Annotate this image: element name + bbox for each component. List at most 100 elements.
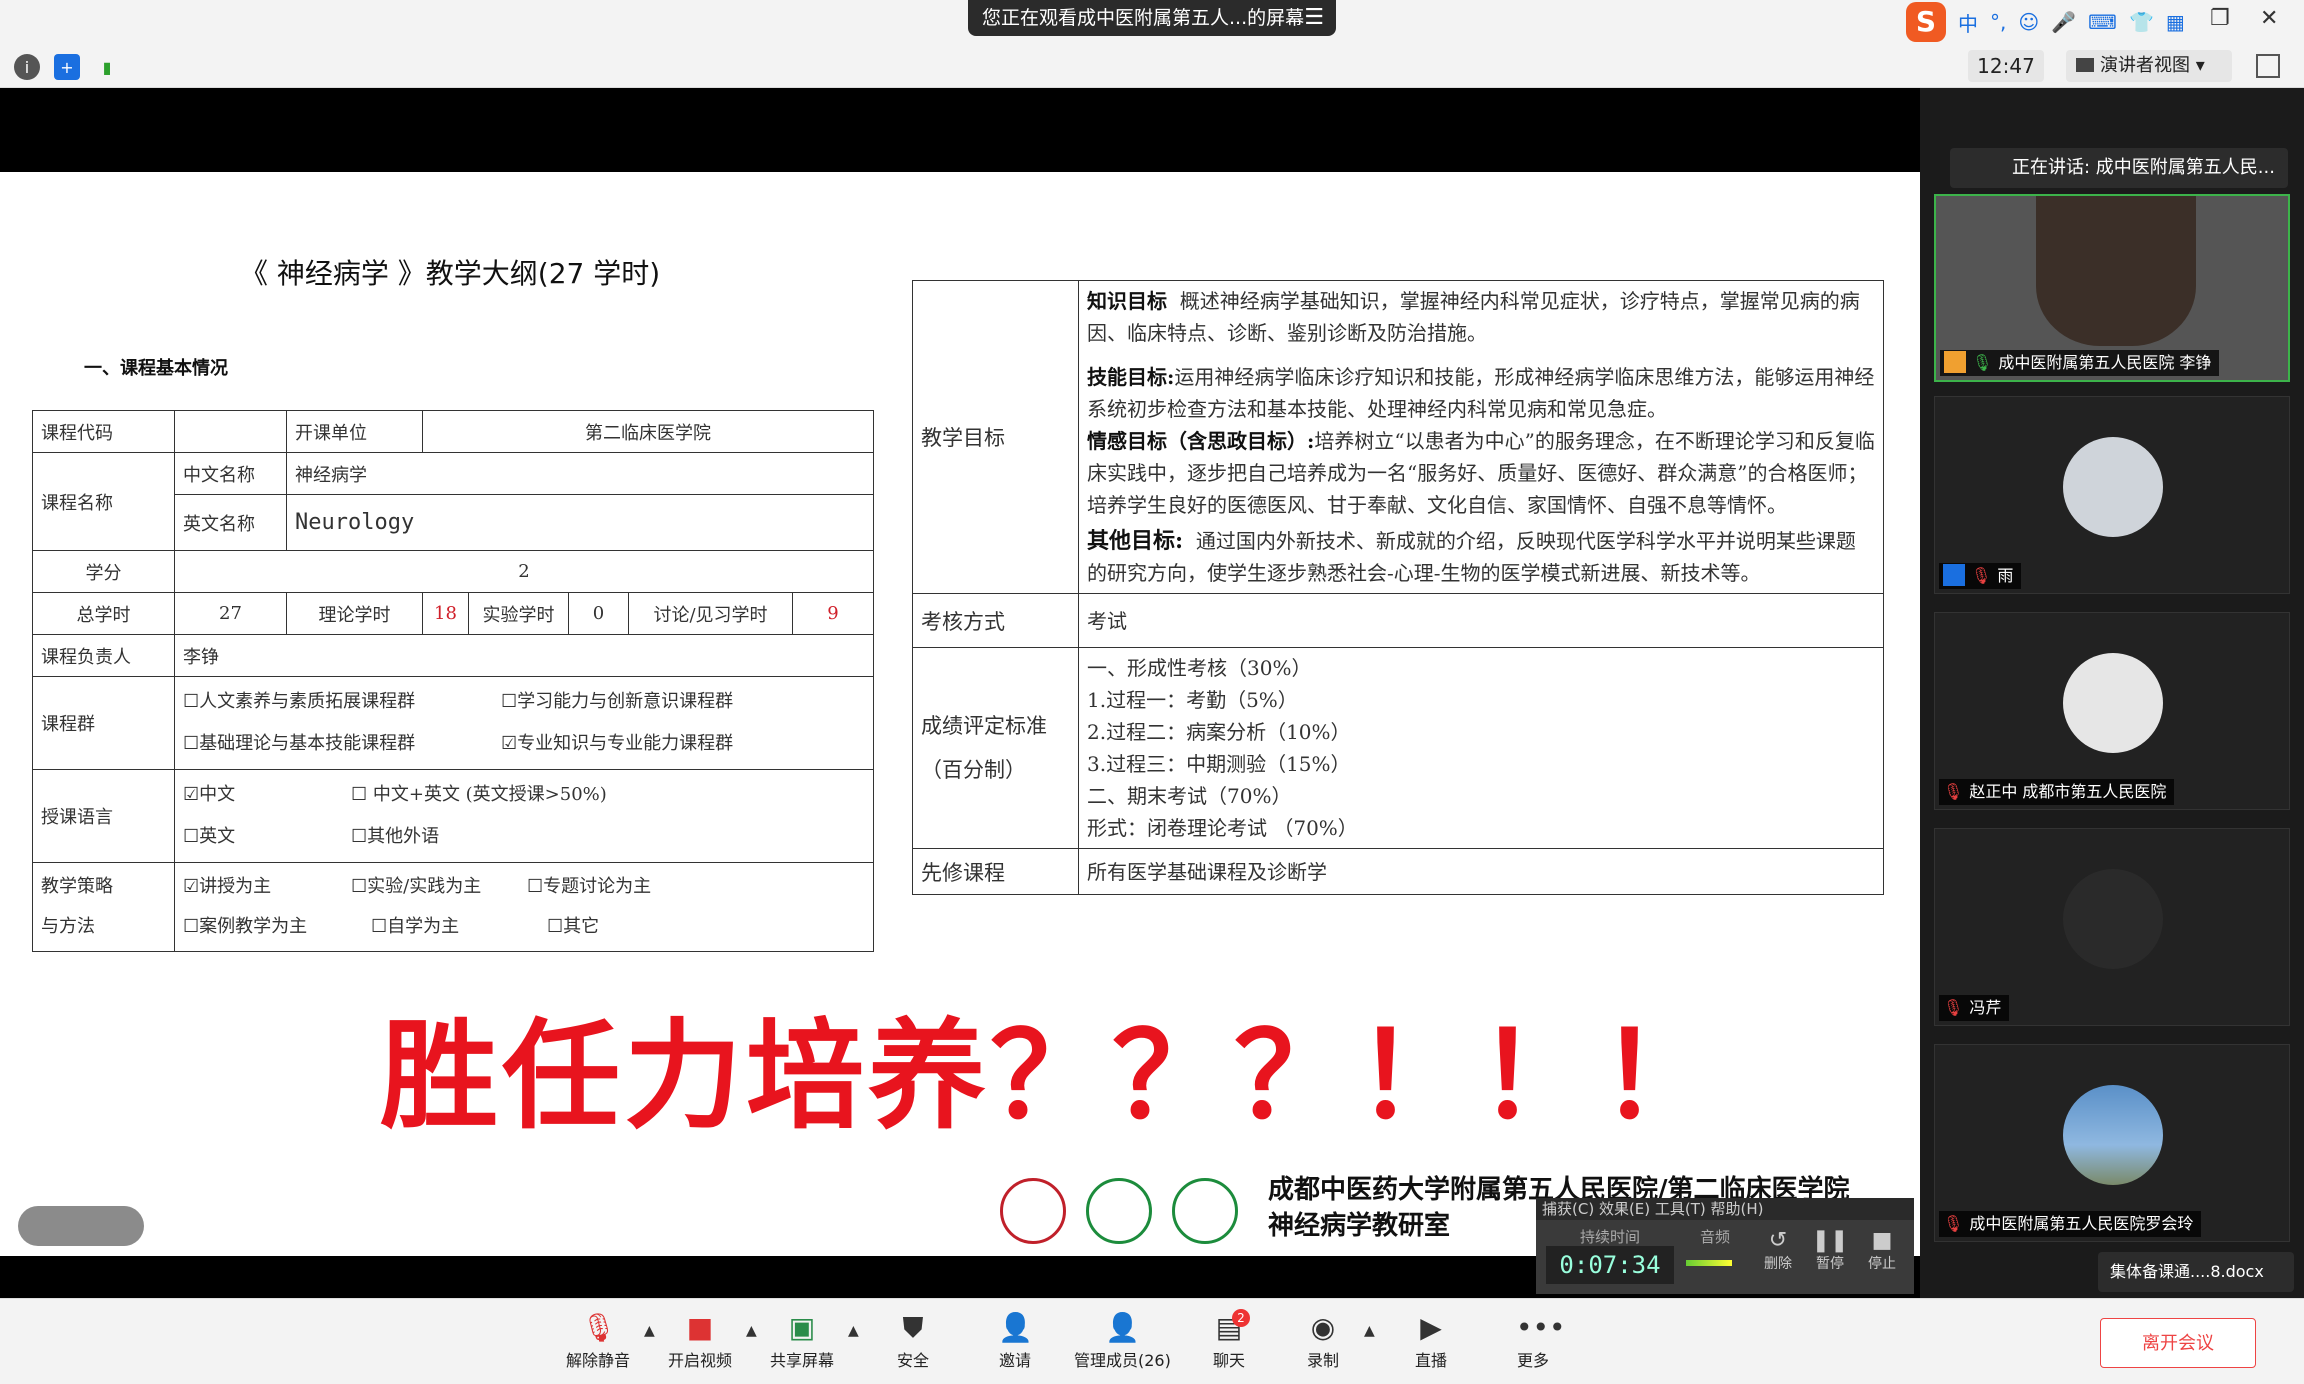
course-info-table: 课程代码 开课单位 第二临床医学院 课程名称 中文名称 神经病学 英文名称 Ne… — [32, 410, 874, 952]
user-icon — [1943, 564, 1965, 586]
chevron-up-icon[interactable]: ▲ — [746, 1323, 757, 1339]
checkbox-option: ☐案例教学为主 — [183, 916, 308, 937]
goal-emotion: 情感目标（含思政目标）:培养树立“以患者为中心”的服务理念，在不断理论学习和反复… — [1087, 425, 1875, 521]
speaker-view-label: 演讲者视图 — [2100, 55, 2190, 76]
participant-tile[interactable]: 🎙 成中医附属第五人民医院罗会玲 — [1934, 1044, 2290, 1242]
recorder-menu[interactable]: 捕获(C) 效果(E) 工具(T) 帮助(H) — [1536, 1198, 1914, 1220]
add-user-icon: 👤 — [998, 1311, 1033, 1344]
more-button[interactable]: ••• 更多 — [1516, 1313, 1566, 1371]
cell: 授课语言 — [32, 769, 175, 863]
chat-button[interactable]: ▤ 2 聊天 — [1212, 1309, 1250, 1371]
delete-button[interactable]: ↺ 删除 — [1758, 1228, 1798, 1273]
goal-text: 运用神经病学临床诊疗知识和技能，形成神经病学临床思维方法，能够运用神经系统初步检… — [1087, 365, 1875, 421]
goal-head: 知识目标 — [1087, 289, 1167, 313]
stop-button[interactable]: ■ 停止 — [1862, 1228, 1902, 1273]
participant-name-text: 赵正中 成都市第五人民医院 — [1969, 782, 2167, 801]
chat-badge: 2 — [1232, 1309, 1250, 1327]
participant-tile[interactable]: 🎙 赵正中 成都市第五人民医院 — [1934, 612, 2290, 810]
share-screen-button[interactable]: ▣ 共享屏幕 — [770, 1313, 834, 1371]
skin-icon[interactable]: 👕 — [2129, 10, 2154, 34]
emoji-icon[interactable]: ☺ — [2018, 10, 2039, 34]
info-icon[interactable]: i — [14, 54, 40, 80]
viewing-text: 您正在观看成中医附属第五人...的屏幕 — [982, 7, 1305, 29]
cell: 所有医学基础课程及诊断学 — [1078, 848, 1884, 895]
participant-name-text: 成中医附属第五人民医院罗会玲 — [1969, 1214, 2194, 1233]
participant-name: 🎙 成中医附属第五人民医院 李铮 — [1940, 350, 2220, 376]
punctuation-icon[interactable]: °, — [1990, 10, 2006, 34]
shield-icon[interactable]: + — [54, 54, 80, 80]
signal-icon[interactable]: ▮ — [94, 54, 120, 80]
cell: 李铮 — [174, 634, 874, 677]
cell-line: （百分制） — [921, 758, 1026, 782]
cell: 2 — [174, 550, 874, 593]
cell: 神经病学 — [286, 452, 874, 495]
host-icon — [1944, 351, 1966, 373]
checkbox-option: ☐实验/实践为主 — [351, 876, 482, 897]
voice-icon[interactable]: 🎤 — [2051, 10, 2076, 34]
close-icon[interactable]: ✕ — [2260, 6, 2278, 31]
live-button[interactable]: ▶ 直播 — [1414, 1313, 1448, 1371]
view-layout-icon — [2076, 58, 2094, 72]
chat-label: 聊天 — [1212, 1351, 1245, 1370]
chevron-up-icon[interactable]: ▲ — [848, 1323, 859, 1339]
headline-text: 胜任力培养？？？！！！ — [380, 1007, 1723, 1145]
grade-line: 一、形成性考核（30%） — [1087, 656, 1312, 680]
cell: 教学策略 与方法 — [32, 862, 175, 952]
top-bar: 您正在观看成中医附属第五人...的屏幕 ☰ S 中 °, ☺ 🎤 ⌨ 👕 ▦ ❐… — [0, 0, 2304, 88]
speaker-view-dropdown[interactable]: 演讲者视图 ▾ — [2066, 50, 2232, 82]
record-button[interactable]: ◉ 录制 — [1306, 1313, 1340, 1371]
restore-icon[interactable]: ❐ — [2210, 6, 2230, 31]
fullscreen-icon[interactable] — [2256, 54, 2280, 78]
speaking-indicator: 正在讲话: 成中医附属第五人民... — [1950, 148, 2288, 188]
keyboard-icon[interactable]: ⌨ — [2088, 10, 2117, 34]
shared-slide: 《 神经病学 》教学大纲(27 学时) 一、课程基本情况 课程代码 开课单位 第… — [0, 172, 1920, 1256]
mic-off-icon: 🎙 — [1943, 1214, 1964, 1233]
record-icon: ◉ — [1310, 1311, 1336, 1344]
checkbox-option: ☑专业知识与专业能力课程群 — [501, 733, 734, 754]
grade-line: 形式：闭卷理论考试 （70%） — [1087, 816, 1358, 840]
participant-tile[interactable]: 🎙 冯芹 — [1934, 828, 2290, 1026]
sogou-ime-icon[interactable]: S — [1906, 2, 1946, 42]
participant-name-text: 雨 — [1997, 566, 2014, 585]
participant-tile[interactable]: 🎙 成中医附属第五人民医院 李铮 — [1934, 194, 2290, 382]
chevron-up-icon[interactable]: ▲ — [644, 1323, 655, 1339]
pause-button[interactable]: ❚❚ 暂停 — [1810, 1228, 1850, 1273]
avatar — [2063, 437, 2163, 537]
cell: ☑讲授为主 ☐实验/实践为主 ☐专题讨论为主 ☐案例教学为主 ☐自学为主 ☐其它 — [174, 862, 874, 952]
security-button[interactable]: ⛊ 安全 — [896, 1313, 930, 1371]
mic-off-icon: 🎙 — [1971, 566, 1992, 585]
invite-button[interactable]: 👤 邀请 — [998, 1311, 1033, 1371]
cell: 英文名称 — [174, 494, 287, 551]
cell: Neurology — [286, 494, 874, 551]
cell-line: 教学策略 — [41, 876, 113, 897]
video-off-icon: ■ — [686, 1311, 714, 1344]
syllabus-table: 教学目标 知识目标 概述神经病学基础知识，掌握神经内科常见症状，诊疗特点，掌握常… — [912, 280, 1884, 895]
cell: 教学目标 — [912, 280, 1079, 594]
checkbox-option: ☐英文 — [183, 826, 236, 847]
screen-recorder-panel: 捕获(C) 效果(E) 工具(T) 帮助(H) 持续时间 0:07:34 音频 … — [1536, 1198, 1914, 1294]
start-video-button[interactable]: ■ 开启视频 — [668, 1313, 732, 1371]
leave-meeting-button[interactable]: 离开会议 — [2100, 1318, 2256, 1368]
participant-name-text: 成中医附属第五人民医院 李铮 — [1998, 353, 2212, 372]
live-label: 直播 — [1414, 1351, 1447, 1370]
goal-text: 概述神经病学基础知识，掌握神经内科常见症状，诊疗特点，掌握常见病的病因、临床特点… — [1087, 289, 1860, 345]
goal-other: 其他目标: 通过国内外新技术、新成就的介绍，反映现代医学科学水平并说明某些课题的… — [1087, 525, 1875, 589]
participant-tile[interactable]: 🎙 雨 — [1934, 396, 2290, 594]
cell: 实验学时 — [468, 592, 569, 635]
checkbox-option: ☐学习能力与创新意识课程群 — [501, 691, 734, 712]
viewing-screen-pill[interactable]: 您正在观看成中医附属第五人...的屏幕 ☰ — [968, 0, 1336, 36]
chevron-up-icon[interactable]: ▲ — [1364, 1323, 1375, 1339]
hospital-logo-green-2 — [1172, 1178, 1238, 1244]
ime-language[interactable]: 中 — [1958, 8, 1978, 37]
menu-icon[interactable]: ☰ — [1304, 0, 1324, 36]
cell: 第二临床医学院 — [422, 410, 874, 453]
manage-members-button[interactable]: 👤 管理成员(26) — [1074, 1313, 1171, 1371]
reaction-pill[interactable] — [18, 1206, 144, 1246]
avatar — [2063, 653, 2163, 753]
toolbox-icon[interactable]: ▦ — [2166, 10, 2185, 34]
shared-file-pill[interactable]: 集体备课通....8.docx — [2098, 1252, 2294, 1292]
more-label: 更多 — [1516, 1351, 1549, 1370]
cell: 中文名称 — [174, 452, 287, 495]
unmute-button[interactable]: 🎙 解除静音 — [566, 1313, 630, 1371]
invite-label: 邀请 — [998, 1351, 1031, 1370]
